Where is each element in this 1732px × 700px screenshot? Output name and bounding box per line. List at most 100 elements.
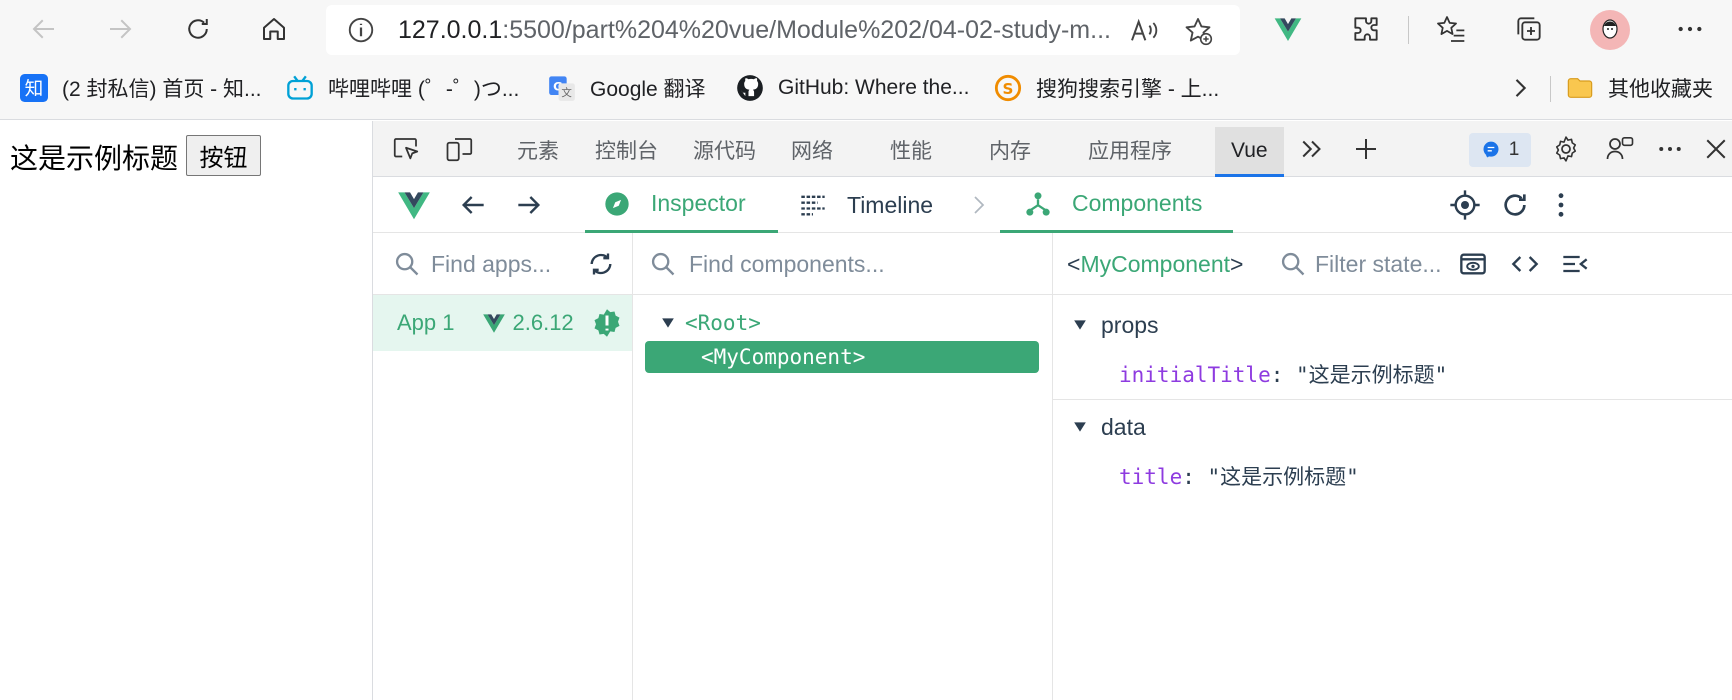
- browser-toolbar: 127.0.0.1:5500/part%204%20vue/Module%202…: [0, 0, 1732, 58]
- address-bar[interactable]: 127.0.0.1:5500/part%204%20vue/Module%202…: [326, 5, 1240, 55]
- svg-text:文: 文: [561, 86, 572, 99]
- arrow-right-icon[interactable]: [513, 189, 545, 221]
- page-button[interactable]: 按钮: [186, 135, 261, 176]
- bookmark-sogou[interactable]: S 搜狗搜索引擎 - 上...: [994, 72, 1219, 104]
- section-data[interactable]: data: [1053, 411, 1396, 443]
- bookmark-label: (2 封私信) 首页 - 知...: [62, 78, 262, 101]
- more-icon[interactable]: [1674, 13, 1706, 45]
- timeline-icon: [801, 195, 825, 216]
- more-tabs-icon[interactable]: [1297, 134, 1327, 164]
- device-emulation-icon[interactable]: [445, 134, 475, 164]
- tab-performance[interactable]: 性能: [890, 135, 932, 165]
- state-row-props[interactable]: initialTitle: "这是示例标题": [1119, 359, 1447, 389]
- star-plus-icon[interactable]: [1182, 15, 1214, 47]
- devtools-panel: 元素 控制台 源代码 网络 性能 内存 应用程序 Vue 1 Inspector…: [372, 121, 1732, 700]
- issues-badge[interactable]: 1: [1469, 133, 1531, 167]
- state-row-data[interactable]: title: "这是示例标题": [1119, 461, 1359, 491]
- devtools-tab-bar: 元素 控制台 源代码 网络 性能 内存 应用程序 Vue 1: [373, 121, 1732, 177]
- favorites-icon[interactable]: [1435, 13, 1467, 45]
- target-icon[interactable]: [1449, 189, 1481, 221]
- vertical-more-icon[interactable]: [1545, 189, 1577, 221]
- avatar[interactable]: [1590, 10, 1630, 50]
- inspect-element-icon[interactable]: [391, 134, 421, 164]
- bilibili-icon: [287, 75, 313, 100]
- bookmark-google-translate[interactable]: G文 Google 翻译: [548, 72, 706, 104]
- code-icon[interactable]: [1511, 250, 1539, 278]
- search-icon: [651, 252, 675, 276]
- filter-state-input[interactable]: Filter state...: [1315, 251, 1442, 278]
- section-props[interactable]: props: [1053, 309, 1396, 341]
- zhihu-icon: 知: [20, 74, 48, 102]
- url-host: 127.0.0.1: [398, 15, 503, 44]
- tab-memory[interactable]: 内存: [989, 135, 1031, 165]
- collapse-all-icon[interactable]: [1561, 250, 1589, 278]
- apps-pane: Find apps... App 1 2.6.12: [373, 233, 633, 700]
- tab-elements[interactable]: 元素: [517, 135, 559, 165]
- puzzle-icon[interactable]: [1350, 13, 1382, 45]
- back-button[interactable]: [20, 6, 68, 52]
- caret-down-icon[interactable]: [661, 316, 675, 330]
- sync-icon[interactable]: [587, 250, 615, 278]
- search-icon: [395, 252, 419, 276]
- issues-count: 1: [1508, 139, 1520, 160]
- tree-node-selected[interactable]: <MyComponent>: [645, 341, 1039, 373]
- bookmark-github[interactable]: GitHub: Where the...: [736, 72, 969, 104]
- refresh-button[interactable]: [174, 6, 222, 52]
- folder-icon: [1567, 78, 1593, 98]
- chevron-right-icon[interactable]: [1506, 74, 1534, 102]
- tab-console[interactable]: 控制台: [595, 135, 658, 165]
- state-inspector-pane: <MyComponent> Filter state... props init…: [1053, 233, 1732, 700]
- tab-label: Components: [1072, 190, 1203, 216]
- add-tab-icon[interactable]: [1351, 134, 1381, 164]
- sogou-icon: S: [994, 74, 1022, 102]
- bookmark-other-folder[interactable]: 其他收藏夹: [1566, 72, 1713, 104]
- close-icon[interactable]: [1701, 134, 1731, 164]
- tree-node-label: <MyComponent>: [701, 345, 866, 369]
- tab-vue[interactable]: Vue: [1215, 127, 1284, 177]
- selected-component-title: <MyComponent>: [1067, 251, 1243, 278]
- profile-face-icon: [1602, 19, 1618, 39]
- feedback-icon[interactable]: [1605, 134, 1635, 164]
- apps-search-input[interactable]: Find apps...: [431, 251, 551, 278]
- app-list-item[interactable]: App 1 2.6.12: [373, 295, 632, 351]
- chevron-right-icon: [974, 196, 985, 214]
- tab-application[interactable]: 应用程序: [1088, 135, 1172, 165]
- bookmarks-divider: [1550, 76, 1551, 102]
- gear-icon[interactable]: [1551, 134, 1581, 164]
- component-bracket-close: >: [1230, 251, 1244, 277]
- vue-logo-icon[interactable]: [1272, 13, 1304, 45]
- info-icon[interactable]: [346, 15, 376, 45]
- page-viewport: 这是示例标题 按钮: [0, 121, 372, 700]
- tab-timeline[interactable]: Timeline: [799, 177, 933, 233]
- tab-sources[interactable]: 源代码: [693, 135, 756, 165]
- bookmarks-bar: 知 (2 封私信) 首页 - 知... 哔哩哔哩 (゜-゜)つ... G文 Go…: [0, 58, 1732, 120]
- svg-text:知: 知: [25, 79, 44, 100]
- component-name: MyComponent: [1080, 251, 1231, 277]
- tree-node-root[interactable]: <Root>: [661, 311, 761, 335]
- vue-logo-icon: [482, 314, 505, 333]
- components-search-input[interactable]: Find components...: [689, 251, 885, 278]
- arrow-left-icon[interactable]: [457, 189, 489, 221]
- message-icon: [1483, 141, 1499, 158]
- inspector-header: <MyComponent> Filter state...: [1053, 233, 1732, 295]
- arrow-left-icon: [32, 19, 54, 39]
- read-aloud-icon[interactable]: [1128, 15, 1160, 47]
- tab-network[interactable]: 网络: [791, 135, 833, 165]
- tab-inspector[interactable]: Inspector: [585, 177, 778, 233]
- scroll-to-component-icon[interactable]: [1459, 250, 1487, 278]
- app-version: 2.6.12: [512, 310, 574, 335]
- collections-icon[interactable]: [1513, 13, 1545, 45]
- bookmark-label: 哔哩哔哩 (゜-゜)つ...: [328, 78, 520, 101]
- warning-badge-icon: [594, 309, 620, 337]
- bookmark-bilibili[interactable]: 哔哩哔哩 (゜-゜)つ...: [286, 72, 519, 104]
- tab-components[interactable]: Components: [1000, 177, 1233, 233]
- bookmark-zhihu[interactable]: 知 (2 封私信) 首页 - 知...: [20, 72, 262, 104]
- component-tree-icon: [1026, 191, 1050, 216]
- caret-down-icon[interactable]: [1073, 318, 1087, 332]
- more-options-icon[interactable]: [1655, 134, 1685, 164]
- home-button[interactable]: [250, 6, 298, 52]
- forward-button[interactable]: [96, 6, 144, 52]
- refresh-icon[interactable]: [1499, 189, 1531, 221]
- url-text[interactable]: 127.0.0.1:5500/part%204%20vue/Module%202…: [398, 16, 1118, 45]
- caret-down-icon[interactable]: [1073, 420, 1087, 434]
